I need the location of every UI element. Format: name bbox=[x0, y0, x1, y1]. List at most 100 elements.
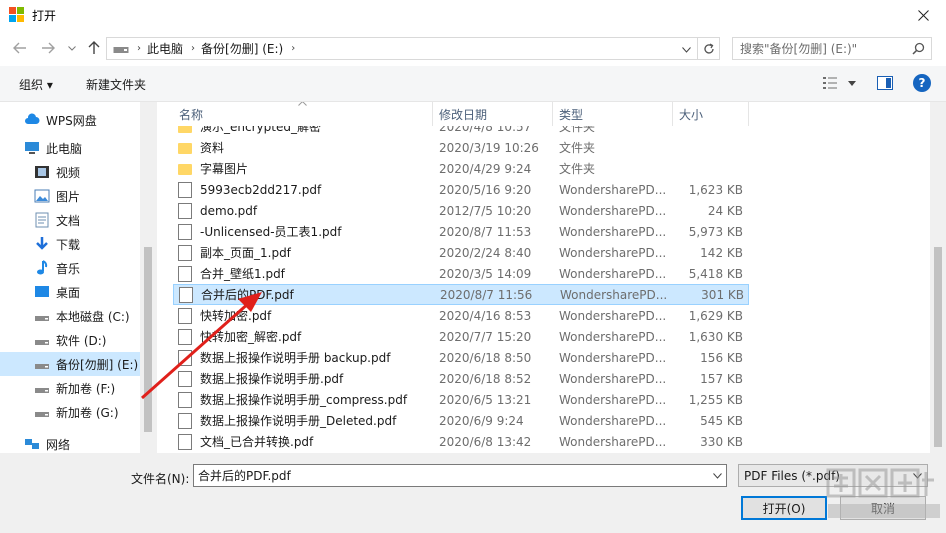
sort-up-icon bbox=[298, 102, 307, 106]
new-folder-button[interactable]: 新建文件夹 bbox=[86, 76, 146, 93]
column-name[interactable]: 名称 bbox=[157, 102, 433, 126]
filename-input[interactable]: 合并后的PDF.pdf bbox=[193, 464, 727, 487]
chevron-down-icon[interactable] bbox=[713, 473, 722, 479]
address-bar[interactable]: › 此电脑 › 备份[勿删] (E:) › bbox=[106, 37, 698, 60]
nav-item-8[interactable]: 本地磁盘 (C:) bbox=[34, 304, 130, 328]
nav-item-10[interactable]: 备份[勿删] (E:) bbox=[0, 352, 140, 376]
open-button-label: 打开(O) bbox=[762, 501, 806, 516]
file-type: WondersharePD... bbox=[559, 203, 667, 218]
up-button[interactable] bbox=[84, 38, 104, 58]
file-row[interactable]: 数据上报操作说明手册_Deleted.pdf 2020/6/9 9:24 Wonde… bbox=[173, 410, 749, 431]
nav-item-9[interactable]: 软件 (D:) bbox=[34, 328, 106, 352]
file-type: WondersharePD... bbox=[559, 266, 667, 281]
column-size-label: 大小 bbox=[679, 107, 704, 122]
open-button[interactable]: 打开(O) bbox=[741, 496, 827, 520]
nav-scrollbar[interactable] bbox=[140, 102, 156, 453]
video-icon bbox=[34, 164, 50, 180]
nav-item-11[interactable]: 新加卷 (F:) bbox=[34, 376, 115, 400]
file-size: 142 KB bbox=[700, 245, 743, 260]
search-input[interactable]: 搜索"备份[勿删] (E:)" bbox=[732, 37, 932, 60]
nav-item-1[interactable]: 此电脑 bbox=[24, 136, 82, 160]
file-date: 2020/2/24 8:40 bbox=[439, 245, 532, 260]
file-list-scrollbar[interactable] bbox=[930, 102, 946, 453]
file-name: 合并_壁纸1.pdf bbox=[200, 267, 285, 281]
file-size: 545 KB bbox=[700, 413, 743, 428]
file-type: WondersharePD... bbox=[559, 182, 667, 197]
view-options-button[interactable] bbox=[822, 76, 856, 90]
file-row[interactable]: demo.pdf 2012/7/5 10:20 WondersharePD... 24… bbox=[173, 200, 749, 221]
nav-item-label: 备份[勿删] (E:) bbox=[56, 357, 139, 372]
title-bar: 打开 bbox=[0, 0, 946, 30]
organize-button[interactable]: 组织 ▾ bbox=[19, 76, 53, 93]
column-type[interactable]: 类型 bbox=[553, 102, 673, 126]
nav-item-12[interactable]: 新加卷 (G:) bbox=[34, 400, 119, 424]
file-name-cell: 数据上报操作说明手册.pdf bbox=[173, 370, 433, 387]
nav-item-label: 桌面 bbox=[56, 285, 81, 300]
file-date: 2020/4/16 8:53 bbox=[439, 308, 532, 323]
file-name-cell: 副本_页面_1.pdf bbox=[173, 244, 433, 261]
nav-item-13[interactable]: 网络 bbox=[24, 432, 70, 453]
file-row[interactable]: 副本_页面_1.pdf 2020/2/24 8:40 WondersharePD..… bbox=[173, 242, 749, 263]
nav-item-7[interactable]: 桌面 bbox=[34, 280, 80, 304]
nav-item-5[interactable]: 下载 bbox=[34, 232, 80, 256]
breadcrumb-this-pc[interactable]: 此电脑 bbox=[147, 40, 183, 57]
column-date[interactable]: 修改日期 bbox=[433, 102, 553, 126]
file-date: 2020/6/18 8:50 bbox=[439, 350, 532, 365]
file-icon bbox=[178, 223, 192, 240]
column-size[interactable]: 大小 bbox=[673, 102, 749, 126]
nav-item-label: 文档 bbox=[56, 213, 81, 228]
file-row[interactable]: 快转加密_解密.pdf 2020/7/7 15:20 WondersharePD..… bbox=[173, 326, 749, 347]
file-name: 快转加密_解密.pdf bbox=[200, 330, 302, 344]
file-type: 文件夹 bbox=[559, 162, 596, 176]
nav-item-label: 新加卷 (F:) bbox=[56, 381, 116, 396]
nav-item-0[interactable]: WPS网盘 bbox=[24, 108, 97, 132]
file-type: WondersharePD... bbox=[559, 371, 667, 386]
file-row[interactable]: 文档_已合并转换.pdf 2020/6/8 13:42 WondersharePD.… bbox=[173, 431, 749, 452]
nav-item-label: 软件 (D:) bbox=[56, 333, 107, 348]
file-icon bbox=[178, 307, 192, 324]
breadcrumb-chevron-icon[interactable]: › bbox=[137, 43, 141, 54]
file-row[interactable]: 5993ecb2dd217.pdf 2020/5/16 9:20 Wondersha… bbox=[173, 179, 749, 200]
forward-button[interactable] bbox=[38, 38, 58, 58]
file-icon bbox=[178, 265, 192, 282]
drive-icon bbox=[113, 46, 129, 53]
nav-item-3[interactable]: 图片 bbox=[34, 184, 80, 208]
file-name-cell: 合并后的PDF.pdf bbox=[174, 286, 434, 303]
file-row[interactable]: -Unlicensed-员工表1.pdf 2020/8/7 11:53 Wonder… bbox=[173, 221, 749, 242]
view-details-icon bbox=[823, 77, 837, 89]
back-button[interactable] bbox=[10, 38, 30, 58]
filename-label: 文件名(N): bbox=[131, 472, 190, 486]
file-icon bbox=[178, 181, 192, 198]
nav-item-6[interactable]: 音乐 bbox=[34, 256, 80, 280]
file-type: WondersharePD... bbox=[559, 308, 667, 323]
nav-item-2[interactable]: 视频 bbox=[34, 160, 80, 184]
drive-icon bbox=[34, 404, 50, 420]
breadcrumb-chevron-icon[interactable]: › bbox=[191, 43, 195, 54]
file-date: 2020/3/5 14:09 bbox=[439, 266, 532, 281]
file-size: 5,973 KB bbox=[688, 224, 743, 239]
address-dropdown-button[interactable] bbox=[682, 42, 691, 56]
file-row[interactable]: 数据上报操作说明手册 backup.pdf 2020/6/18 8:50 Wonde… bbox=[173, 347, 749, 368]
file-row[interactable]: 合并_壁纸1.pdf 2020/3/5 14:09 WondersharePD...… bbox=[173, 263, 749, 284]
help-button[interactable]: ? bbox=[913, 74, 931, 92]
refresh-button[interactable] bbox=[698, 37, 720, 60]
file-name-cell: 数据上报操作说明手册_Deleted.pdf bbox=[173, 412, 433, 429]
file-row[interactable]: 快转加密.pdf 2020/4/16 8:53 WondersharePD... 1,… bbox=[173, 305, 749, 326]
file-name: 数据上报操作说明手册 backup.pdf bbox=[200, 351, 391, 365]
recent-locations-button[interactable] bbox=[62, 38, 82, 58]
preview-pane-button[interactable] bbox=[877, 76, 893, 93]
file-icon bbox=[178, 391, 192, 408]
file-row[interactable]: 数据上报操作说明手册.pdf 2020/6/18 8:52 WondershareP… bbox=[173, 368, 749, 389]
file-row[interactable]: 资料 2020/3/19 10:26 文件夹 bbox=[173, 137, 749, 158]
nav-item-4[interactable]: 文档 bbox=[34, 208, 80, 232]
breadcrumb-drive-e[interactable]: 备份[勿删] (E:) bbox=[201, 40, 283, 57]
column-type-label: 类型 bbox=[559, 107, 584, 122]
nav-scrollbar-thumb[interactable] bbox=[144, 247, 152, 432]
file-list-scrollbar-thumb[interactable] bbox=[934, 247, 942, 447]
file-row[interactable]: 合并后的PDF.pdf 2020/8/7 11:56 WondersharePD..… bbox=[173, 284, 749, 305]
file-row[interactable]: 数据上报操作说明手册_compress.pdf 2020/6/5 13:21 Won… bbox=[173, 389, 749, 410]
breadcrumb-chevron-icon[interactable]: › bbox=[291, 43, 295, 54]
chevron-down-icon bbox=[68, 45, 76, 51]
close-button[interactable] bbox=[900, 0, 946, 30]
file-row[interactable]: 字幕图片 2020/4/29 9:24 文件夹 bbox=[173, 158, 749, 179]
